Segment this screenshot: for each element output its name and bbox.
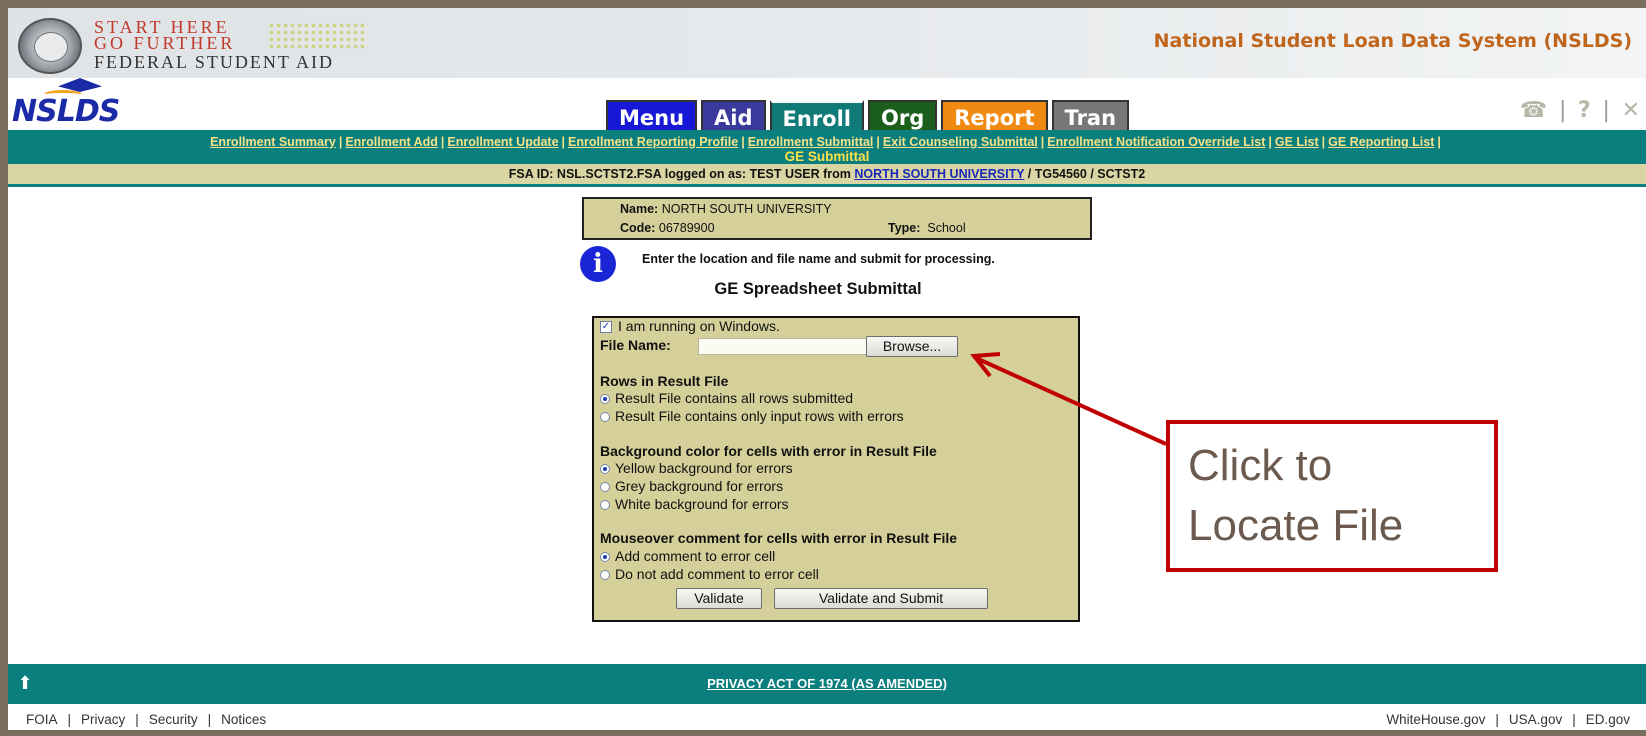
- annotation-arrow: [970, 352, 1167, 446]
- callout-text: Click to Locate File: [1188, 436, 1403, 556]
- callout-line-1: Click to: [1188, 441, 1333, 490]
- callout-line-2: Locate File: [1188, 501, 1404, 550]
- annotation-callout: Click to Locate File: [1166, 420, 1498, 572]
- page-frame: START HERE GO FURTHER FEDERAL STUDENT AI…: [8, 8, 1646, 730]
